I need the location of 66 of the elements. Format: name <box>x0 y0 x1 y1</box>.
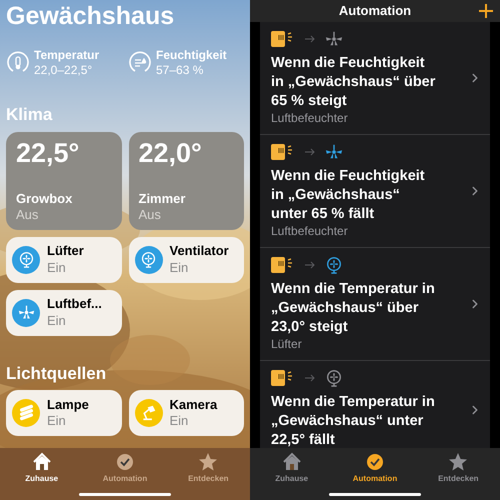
tile-name: Lüfter <box>47 243 84 260</box>
rule-description: Wenn die Temperatur in „Gewächshaus“ unter 22,5° fällt <box>271 393 436 448</box>
section-title: Klima <box>6 104 54 126</box>
sensor-label: Temperatur <box>34 48 100 64</box>
home-title: Gewächshaus <box>6 1 176 32</box>
sensor-trigger-icon <box>271 144 295 160</box>
ceiling-fan-icon <box>325 30 343 48</box>
section-title: Lichtquellen <box>6 362 108 384</box>
automation-row[interactable]: Wenn die Feuchtigkeit in „Gewächshaus“ über 65 % steigt Luftbefeuchter <box>260 22 490 135</box>
rule-description: Wenn die Temperatur in „Gewächshaus“ über 23,0° steigt <box>271 280 436 337</box>
clock-check-icon <box>114 452 135 472</box>
clock-check-icon <box>364 452 385 472</box>
ceiling-fan-icon <box>18 304 34 321</box>
tile-status: Aus <box>138 207 162 224</box>
sensor-value: 57–63 % <box>156 63 204 78</box>
ceiling-fan-icon <box>325 143 343 161</box>
tile-name: Growbox <box>16 191 74 208</box>
tile-status: Ein <box>47 260 67 276</box>
tile-name: Zimmer <box>138 191 186 208</box>
automation-row[interactable]: Wenn die Temperatur in „Gewächshaus“ über 23,0° steigt Lüfter <box>260 248 490 361</box>
tab[interactable]: Zuhause <box>6 452 77 500</box>
rule-accessory: Luftbefeuchter <box>271 111 349 126</box>
house-icon <box>32 452 52 472</box>
arrow-icon <box>305 148 315 156</box>
arrow-icon <box>305 374 315 382</box>
light-strip-icon <box>18 404 34 422</box>
add-icon[interactable] <box>478 3 494 19</box>
sensor-trigger-icon <box>271 257 295 273</box>
rule-accessory: Lüfter <box>271 337 303 352</box>
rule-description: Wenn die Feuchtigkeit in „Gewächshaus“ über 65 % steigt <box>271 54 436 111</box>
reading-value: 22,0° <box>138 140 203 166</box>
arrow-icon <box>305 261 315 269</box>
nav-title: Automation <box>338 2 412 20</box>
tab[interactable]: Automation <box>340 452 410 500</box>
tile-status: Ein <box>170 260 190 276</box>
device-tile[interactable]: Lampe Ein <box>6 390 122 436</box>
rule-description: Wenn die Feuchtigkeit in „Gewächshaus“ unter 65 % fällt <box>271 167 426 224</box>
sensor-value: 22,0–22,5° <box>34 63 94 78</box>
sensor-trigger-icon <box>271 370 295 386</box>
tile-name: Ventilator <box>170 243 229 260</box>
fan-icon <box>140 251 157 268</box>
rule-accessory: Luftbefeuchter <box>271 224 349 239</box>
sensor-trigger-icon <box>271 31 295 47</box>
tile-name: Kamera <box>170 396 218 413</box>
fan-icon <box>325 256 343 274</box>
star-icon <box>448 452 468 472</box>
fan-icon <box>18 251 34 268</box>
tab[interactable]: Entdecken <box>423 452 494 500</box>
tab[interactable]: Zuhause <box>256 452 327 500</box>
tile-name: Luftbef... <box>47 296 102 312</box>
tile-status: Ein <box>170 412 190 429</box>
reading-value: 22,5° <box>16 140 80 166</box>
arrow-icon <box>305 35 315 43</box>
sensor-label: Feuchtigkeit <box>156 48 227 64</box>
device-tile[interactable]: Luftbef... Ein <box>6 290 122 336</box>
device-tile[interactable]: Kamera Ein <box>128 390 244 436</box>
star-icon <box>198 452 218 472</box>
device-tile[interactable]: Ventilator Ein <box>128 236 244 282</box>
device-tile[interactable]: Lüfter Ein <box>6 236 122 282</box>
tile-name: Lampe <box>47 396 89 413</box>
tile-status: Ein <box>47 412 67 429</box>
automation-row[interactable]: Wenn die Feuchtigkeit in „Gewächshaus“ unter 65 % fällt Luftbefeuchter <box>260 135 490 248</box>
house-icon <box>282 452 302 472</box>
tile-status: Aus <box>16 207 40 224</box>
fan-icon <box>325 369 343 387</box>
tile-status: Ein <box>47 312 67 329</box>
